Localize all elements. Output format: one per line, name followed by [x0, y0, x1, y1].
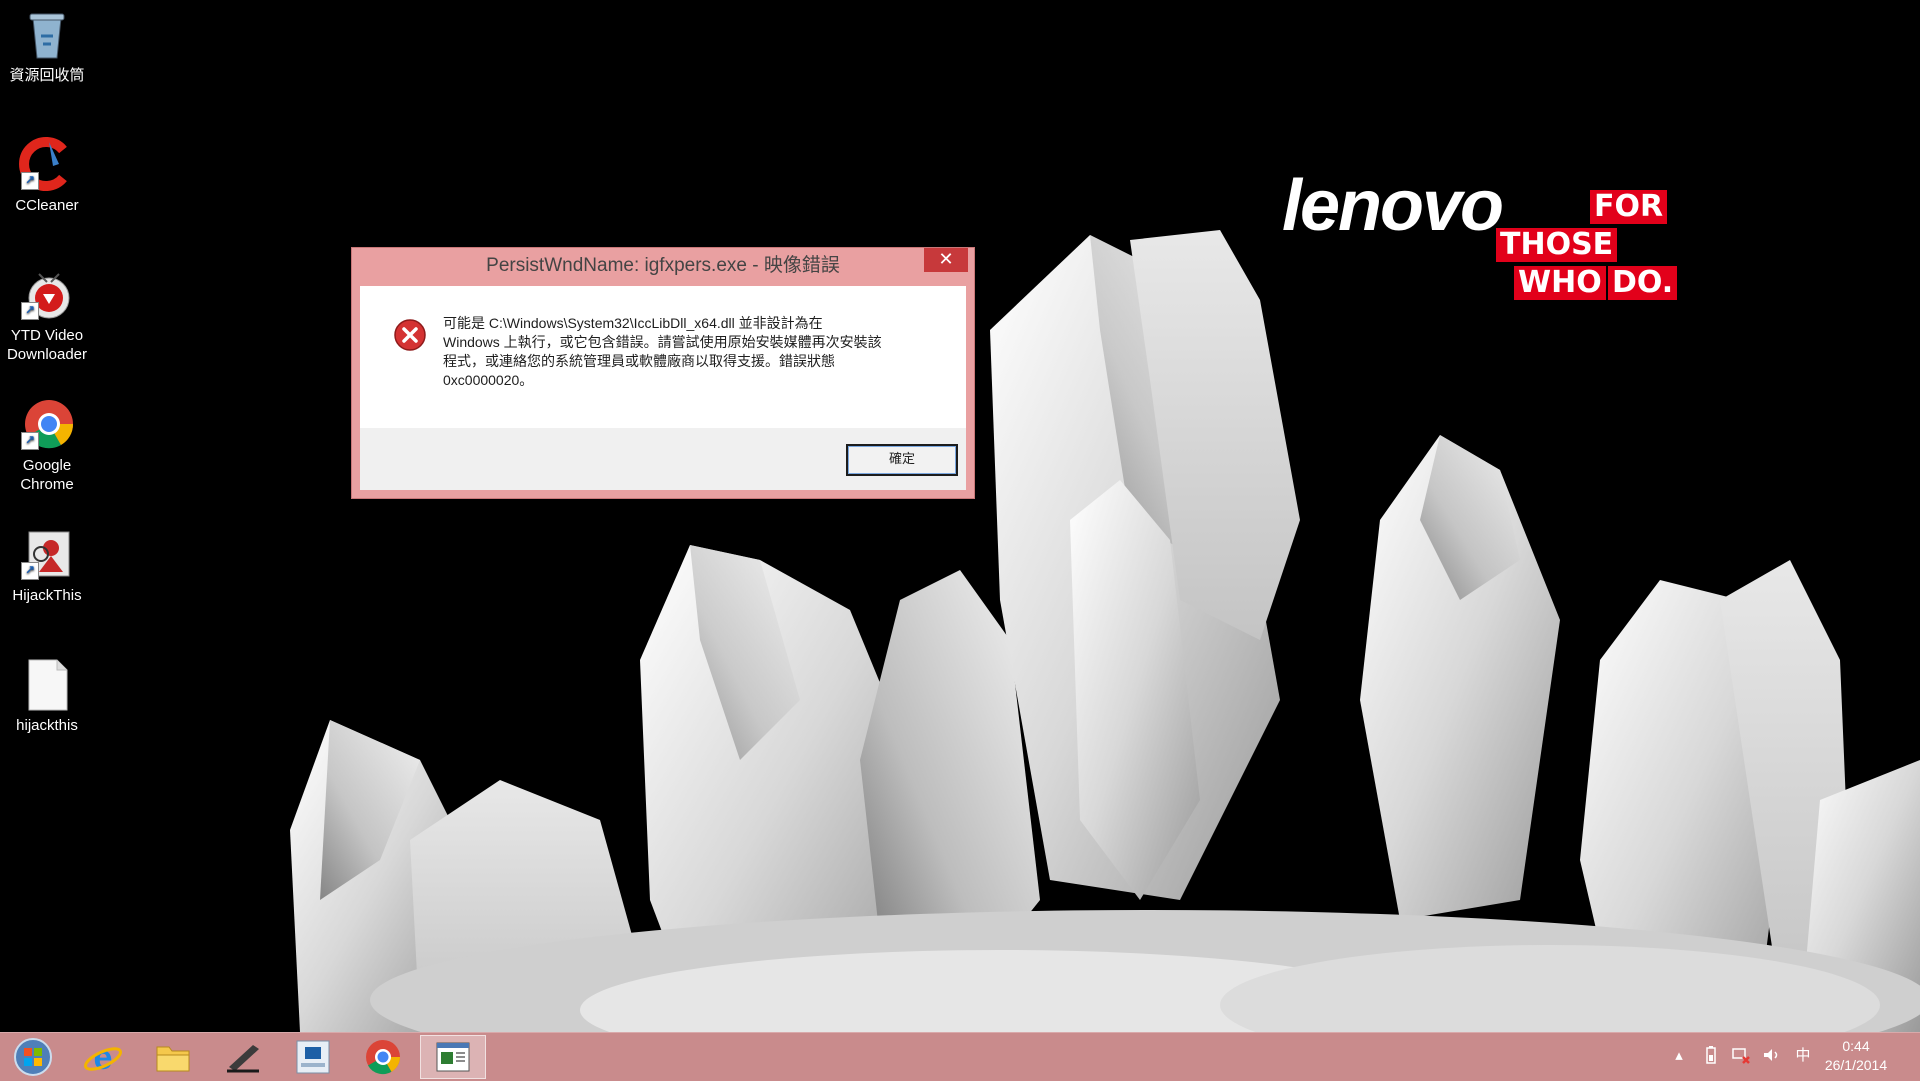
- recycle-bin-icon: [19, 6, 75, 62]
- app-pen-icon: [227, 1045, 259, 1073]
- lenovo-wordmark: lenovo: [1282, 166, 1504, 246]
- start-orb-icon: [14, 1038, 52, 1076]
- close-icon: ✕: [938, 249, 954, 269]
- taskbar-intel-app[interactable]: [282, 1035, 344, 1079]
- desktop-icon-ccleaner[interactable]: ↗ CCleaner: [0, 136, 94, 215]
- image-error-dialog: PersistWndName: igfxpers.exe - 映像錯誤 ✕ 可能…: [351, 247, 975, 499]
- desktop-icon-label: 資源回收筒: [9, 67, 85, 84]
- shortcut-arrow-icon: ↗: [21, 172, 39, 190]
- google-chrome-icon: [366, 1040, 400, 1075]
- message-line: Windows 上執行，或它包含錯誤。請嘗試使用原始安裝媒體再次安裝該: [443, 334, 882, 350]
- battery-icon: [1706, 1046, 1716, 1064]
- dialog-close-button[interactable]: ✕: [924, 248, 968, 272]
- shortcut-arrow-icon: ↗: [21, 302, 39, 320]
- lenovo-logo: lenovo FOR THOSE WHO DO.: [1282, 166, 1678, 306]
- shortcut-arrow-icon: ↗: [21, 562, 39, 580]
- shortcut-arrow-icon: ↗: [21, 432, 39, 450]
- clock-date: 26/1/2014: [1824, 1057, 1888, 1073]
- chevron-up-icon: ▴: [1675, 1047, 1683, 1064]
- message-line: 0xc0000020。: [443, 372, 534, 388]
- internet-explorer-icon: e: [84, 1039, 122, 1077]
- clock-time: 0:44: [1842, 1038, 1870, 1054]
- dialog-message: 可能是 C:\Windows\System32\IccLibDll_x64.dl…: [443, 314, 943, 390]
- show-hidden-icons-button[interactable]: ▴: [1668, 1045, 1690, 1067]
- taskbar-app-pen[interactable]: [212, 1035, 274, 1079]
- svg-text:e: e: [94, 1039, 113, 1077]
- start-button[interactable]: [2, 1035, 64, 1079]
- desktop-icon-hijackthis-file[interactable]: hijackthis: [0, 656, 94, 735]
- desktop-icon-label: HijackThis: [12, 587, 82, 604]
- dialog-body: 可能是 C:\Windows\System32\IccLibDll_x64.dl…: [360, 286, 966, 428]
- tray-power-button[interactable]: [1700, 1045, 1722, 1067]
- message-line: 程式，或連絡您的系統管理員或軟體廠商以取得支援。錯誤狀態: [443, 353, 835, 369]
- google-chrome-icon: ↗: [19, 396, 75, 452]
- hijackthis-icon: ↗: [19, 526, 75, 582]
- desktop: lenovo FOR THOSE WHO DO. 資源回收筒 ↗ CCleane…: [0, 0, 1920, 1032]
- network-error-icon: [1732, 1048, 1750, 1064]
- system-tray: ▴ 中 0:44 26/1/2014: [1660, 1033, 1920, 1081]
- desktop-icon-label: YTD Video Downloader: [6, 327, 88, 363]
- taskbar-document-window[interactable]: [420, 1035, 486, 1079]
- tray-clock[interactable]: 0:44 26/1/2014: [1816, 1037, 1896, 1075]
- desktop-icon-google-chrome[interactable]: ↗ Google Chrome: [0, 396, 94, 494]
- taskbar: e ▴ 中 0:44 26/1/2014: [0, 1032, 1920, 1081]
- ime-indicator[interactable]: 中: [1792, 1045, 1814, 1067]
- desktop-icon-ytd-video-downloader[interactable]: ↗ YTD Video Downloader: [0, 266, 94, 364]
- message-line: 可能是 C:\Windows\System32\IccLibDll_x64.dl…: [443, 315, 823, 331]
- ok-button[interactable]: 確定: [846, 444, 958, 476]
- tagline-those: THOSE: [1496, 228, 1618, 262]
- taskbar-internet-explorer[interactable]: e: [72, 1035, 134, 1079]
- intel-app-icon: [296, 1040, 330, 1074]
- file-explorer-icon: [156, 1046, 190, 1072]
- desktop-icon-label: hijackthis: [16, 717, 78, 734]
- taskbar-file-explorer[interactable]: [142, 1035, 204, 1079]
- tagline-do: DO.: [1608, 266, 1678, 300]
- dialog-footer: 確定: [360, 428, 966, 490]
- document-window-icon: [436, 1042, 470, 1072]
- tagline-for: FOR: [1590, 190, 1668, 224]
- crystal-wallpaper: [290, 230, 1920, 1032]
- tray-volume-button[interactable]: [1760, 1045, 1782, 1067]
- tagline-who: WHO: [1514, 266, 1606, 300]
- text-file-icon: [19, 656, 75, 712]
- ccleaner-icon: ↗: [19, 136, 75, 192]
- desktop-icon-recycle-bin[interactable]: 資源回收筒: [0, 6, 94, 85]
- ytd-video-downloader-icon: ↗: [19, 266, 75, 322]
- dialog-title: PersistWndName: igfxpers.exe - 映像錯誤: [486, 255, 840, 276]
- desktop-icon-hijackthis[interactable]: ↗ HijackThis: [0, 526, 94, 605]
- taskbar-google-chrome[interactable]: [352, 1035, 414, 1079]
- tray-network-button[interactable]: [1730, 1045, 1752, 1067]
- desktop-icon-label: Google Chrome: [20, 457, 74, 493]
- desktop-icon-label: CCleaner: [15, 197, 79, 214]
- speaker-icon: [1764, 1049, 1778, 1061]
- error-icon: [393, 318, 427, 357]
